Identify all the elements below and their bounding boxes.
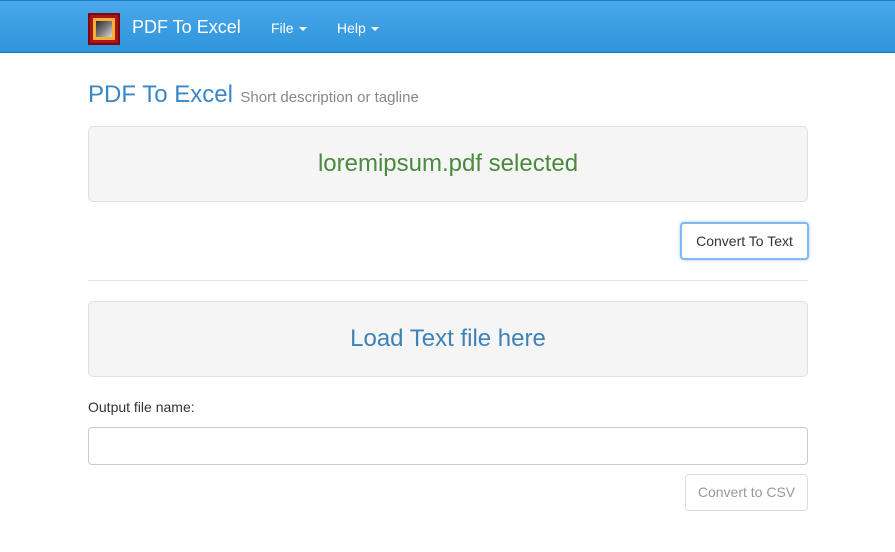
text-file-dropzone[interactable]: Load Text file here xyxy=(88,301,808,377)
page-title: PDF To Excel xyxy=(88,81,233,108)
output-file-name-input[interactable] xyxy=(88,427,808,465)
pdf-dropzone[interactable]: loremipsum.pdf selected xyxy=(88,126,808,202)
app-logo-icon[interactable] xyxy=(88,13,120,45)
page-header: PDF To Excel Short description or taglin… xyxy=(88,81,419,109)
convert-to-csv-button[interactable]: Convert to CSV xyxy=(685,474,808,511)
caret-down-icon xyxy=(298,27,307,32)
brand-name[interactable]: PDF To Excel xyxy=(132,17,241,38)
top-navbar: PDF To Excel File Help xyxy=(0,0,895,53)
section-divider xyxy=(88,280,808,281)
caret-down-icon xyxy=(370,27,379,32)
page-tagline: Short description or tagline xyxy=(240,89,419,106)
help-menu-label: Help xyxy=(337,20,366,36)
output-file-name-label: Output file name: xyxy=(88,399,195,415)
convert-to-text-button[interactable]: Convert To Text xyxy=(680,222,809,260)
file-menu[interactable]: File xyxy=(271,20,307,36)
help-menu[interactable]: Help xyxy=(337,20,379,36)
file-menu-label: File xyxy=(271,20,294,36)
